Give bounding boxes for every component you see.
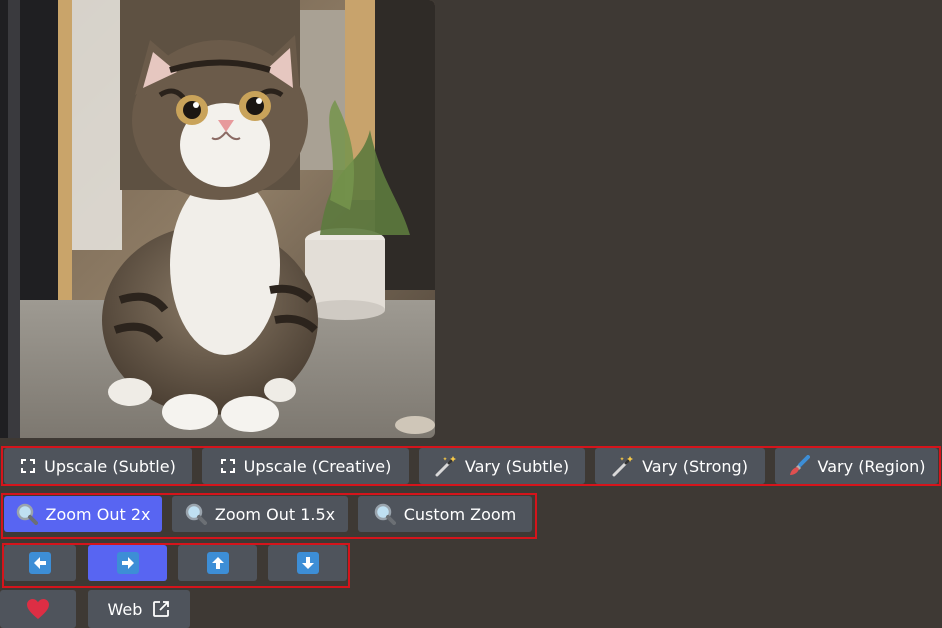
web-link-button[interactable]: Web — [88, 590, 190, 628]
magnifier-icon — [185, 503, 207, 525]
arrow-down-icon — [296, 552, 319, 574]
upscale-subtle-label: Upscale (Subtle) — [44, 456, 176, 476]
upscale-subtle-button[interactable]: Upscale (Subtle) — [4, 448, 192, 484]
vary-subtle-label: Vary (Subtle) — [464, 456, 570, 476]
expand-icon — [20, 458, 36, 474]
vary-region-button[interactable]: Vary (Region) — [775, 448, 938, 484]
zoom-out-2x-label: Zoom Out 2x — [45, 504, 151, 524]
zoom-out-15x-button[interactable]: Zoom Out 1.5x — [172, 496, 348, 532]
magnifier-icon — [374, 503, 396, 525]
magnifier-icon — [16, 503, 38, 525]
magic-wand-icon — [612, 455, 634, 477]
zoom-out-2x-button[interactable]: Zoom Out 2x — [4, 496, 162, 532]
kitten-photo — [0, 0, 435, 438]
vary-region-label: Vary (Region) — [817, 456, 926, 476]
custom-zoom-button[interactable]: Custom Zoom — [358, 496, 532, 532]
upscale-creative-label: Upscale (Creative) — [243, 456, 392, 476]
arrow-up-icon — [206, 552, 229, 574]
upscale-creative-button[interactable]: Upscale (Creative) — [202, 448, 409, 484]
pan-down-button[interactable] — [268, 545, 347, 581]
generated-image[interactable] — [0, 0, 435, 438]
favorite-button[interactable] — [0, 590, 76, 628]
pan-left-button[interactable] — [4, 545, 76, 581]
vary-strong-button[interactable]: Vary (Strong) — [595, 448, 765, 484]
pan-right-button[interactable] — [88, 545, 167, 581]
zoom-out-15x-label: Zoom Out 1.5x — [214, 504, 336, 524]
arrow-left-icon — [29, 552, 51, 574]
external-link-icon — [152, 600, 170, 618]
vary-strong-label: Vary (Strong) — [642, 456, 748, 476]
expand-icon — [220, 458, 236, 474]
web-label: Web — [107, 599, 143, 619]
custom-zoom-label: Custom Zoom — [403, 504, 517, 524]
paintbrush-icon — [788, 455, 810, 477]
vary-subtle-button[interactable]: Vary (Subtle) — [419, 448, 585, 484]
heart-icon — [26, 598, 50, 620]
magic-wand-icon — [435, 455, 457, 477]
arrow-right-icon — [116, 552, 139, 574]
pan-up-button[interactable] — [178, 545, 257, 581]
